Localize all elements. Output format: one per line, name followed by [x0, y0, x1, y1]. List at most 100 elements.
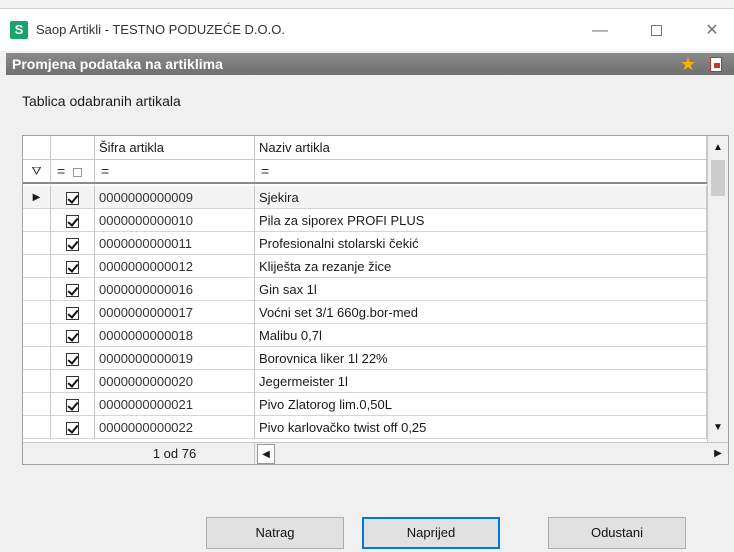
checkbox-checked-icon — [66, 330, 79, 344]
row-checkbox[interactable] — [51, 301, 95, 324]
back-button[interactable]: Natrag — [206, 517, 344, 549]
article-code: 0000000000018 — [95, 324, 255, 347]
articles-grid: Šifra artikla Naziv artikla ⛛ = = = ▶ 000… — [22, 135, 729, 465]
vertical-scrollbar[interactable]: ▲ ▼ — [707, 136, 728, 442]
close-button[interactable]: ✕ — [690, 17, 734, 45]
row-indicator — [23, 416, 51, 439]
row-checkbox[interactable] — [51, 416, 95, 439]
cancel-button[interactable]: Odustani — [548, 517, 686, 549]
article-code: 0000000000016 — [95, 278, 255, 301]
filter-icon[interactable]: ⛛ — [23, 160, 51, 182]
filter-row: ⛛ = = = — [23, 160, 707, 184]
table-row[interactable]: 0000000000021 Pivo Zlatorog lim.0,50L — [23, 393, 707, 416]
row-indicator — [23, 278, 51, 301]
table-row[interactable]: 0000000000018 Malibu 0,7l — [23, 324, 707, 347]
row-checkbox[interactable] — [51, 393, 95, 416]
code-column-header[interactable]: Šifra artikla — [95, 136, 255, 160]
table-row[interactable]: 0000000000016 Gin sax 1l — [23, 278, 707, 301]
article-code: 0000000000017 — [95, 301, 255, 324]
next-button[interactable]: Naprijed — [362, 517, 500, 549]
article-name: Pivo karlovačko twist off 0,25 — [255, 416, 707, 439]
app-logo-icon: S — [10, 21, 28, 39]
row-indicator — [23, 209, 51, 232]
scroll-down-arrow-icon[interactable]: ▼ — [708, 418, 728, 438]
row-indicator — [23, 232, 51, 255]
checkbox-checked-icon — [66, 284, 79, 298]
check-filter-operator: = — [57, 163, 66, 179]
scroll-up-arrow-icon[interactable]: ▲ — [708, 138, 728, 158]
table-row[interactable]: ▶ 0000000000009 Sjekira — [23, 186, 707, 209]
favorite-star-icon[interactable]: ★ — [680, 53, 696, 75]
row-indicator — [23, 393, 51, 416]
row-checkbox[interactable] — [51, 209, 95, 232]
article-name: Kliješta za rezanje žice — [255, 255, 707, 278]
article-code: 0000000000011 — [95, 232, 255, 255]
row-checkbox[interactable] — [51, 324, 95, 347]
article-code: 0000000000020 — [95, 370, 255, 393]
maximize-icon — [650, 25, 662, 37]
title-bar: S Saop Artikli - TESTNO PODUZEĆE D.O.O. … — [0, 9, 734, 51]
small-checkbox-icon — [73, 167, 83, 177]
article-code: 0000000000019 — [95, 347, 255, 370]
window-title: Saop Artikli - TESTNO PODUZEĆE D.O.O. — [36, 22, 285, 37]
row-indicator — [23, 255, 51, 278]
article-name: Malibu 0,7l — [255, 324, 707, 347]
document-close-icon[interactable] — [710, 57, 722, 72]
table-row[interactable]: 0000000000011 Profesionalni stolarski ček… — [23, 232, 707, 255]
article-name: Pila za siporex PROFI PLUS — [255, 209, 707, 232]
checkbox-checked-icon — [66, 353, 79, 367]
row-indicator — [23, 370, 51, 393]
article-code: 0000000000012 — [95, 255, 255, 278]
article-name: Sjekira — [255, 186, 707, 209]
table-row[interactable]: 0000000000020 Jegermeister 1l — [23, 370, 707, 393]
table-row[interactable]: 0000000000012 Kliješta za rezanje žice — [23, 255, 707, 278]
row-checkbox[interactable] — [51, 370, 95, 393]
row-indicator — [23, 324, 51, 347]
table-row[interactable]: 0000000000019 Borovnica liker 1l 22% — [23, 347, 707, 370]
article-name: Gin sax 1l — [255, 278, 707, 301]
article-code: 0000000000010 — [95, 209, 255, 232]
section-header: Promjena podataka na artiklima ★ — [6, 53, 734, 75]
checkbox-checked-icon — [66, 422, 79, 436]
checkbox-checked-icon — [66, 399, 79, 413]
grid-footer: 1 od 76 ◀ ▶ — [23, 442, 728, 464]
minimize-button[interactable]: — — [578, 17, 622, 45]
scroll-right-arrow-icon[interactable]: ▶ — [709, 444, 727, 464]
article-name: Voćni set 3/1 660g.bor-med — [255, 301, 707, 324]
article-code: 0000000000021 — [95, 393, 255, 416]
article-code: 0000000000009 — [95, 186, 255, 209]
table-row[interactable]: 0000000000010 Pila za siporex PROFI PLUS — [23, 209, 707, 232]
checkbox-checked-icon — [66, 376, 79, 390]
checkbox-checked-icon — [66, 215, 79, 229]
row-checkbox[interactable] — [51, 186, 95, 209]
record-counter: 1 od 76 — [95, 443, 255, 464]
checkbox-checked-icon — [66, 307, 79, 321]
name-column-header[interactable]: Naziv artikla — [255, 136, 707, 160]
code-filter-cell[interactable]: = — [95, 160, 255, 182]
row-checkbox[interactable] — [51, 255, 95, 278]
article-name: Jegermeister 1l — [255, 370, 707, 393]
row-indicator: ▶ — [23, 186, 51, 209]
scrollbar-thumb[interactable] — [711, 160, 725, 196]
row-indicator — [23, 301, 51, 324]
checkbox-checked-icon — [66, 238, 79, 252]
scroll-left-arrow-icon[interactable]: ◀ — [257, 444, 275, 464]
maximize-button[interactable] — [634, 17, 678, 45]
row-checkbox[interactable] — [51, 347, 95, 370]
name-filter-cell[interactable]: = — [255, 160, 707, 182]
row-indicator — [23, 347, 51, 370]
row-checkbox[interactable] — [51, 278, 95, 301]
horizontal-scrollbar[interactable]: ◀ ▶ — [255, 443, 722, 464]
dialog-window: S Saop Artikli - TESTNO PODUZEĆE D.O.O. … — [0, 8, 734, 552]
article-name: Pivo Zlatorog lim.0,50L — [255, 393, 707, 416]
check-column-header[interactable] — [51, 136, 95, 160]
checkbox-checked-icon — [66, 192, 79, 206]
article-name: Profesionalni stolarski čekić — [255, 232, 707, 255]
header-title: Promjena podataka na artiklima — [12, 56, 223, 72]
table-row[interactable]: 0000000000017 Voćni set 3/1 660g.bor-med — [23, 301, 707, 324]
table-row[interactable]: 0000000000022 Pivo karlovačko twist off 0… — [23, 416, 707, 439]
check-filter-cell[interactable]: = — [51, 160, 95, 182]
article-code: 0000000000022 — [95, 416, 255, 439]
row-checkbox[interactable] — [51, 232, 95, 255]
checkbox-checked-icon — [66, 261, 79, 275]
